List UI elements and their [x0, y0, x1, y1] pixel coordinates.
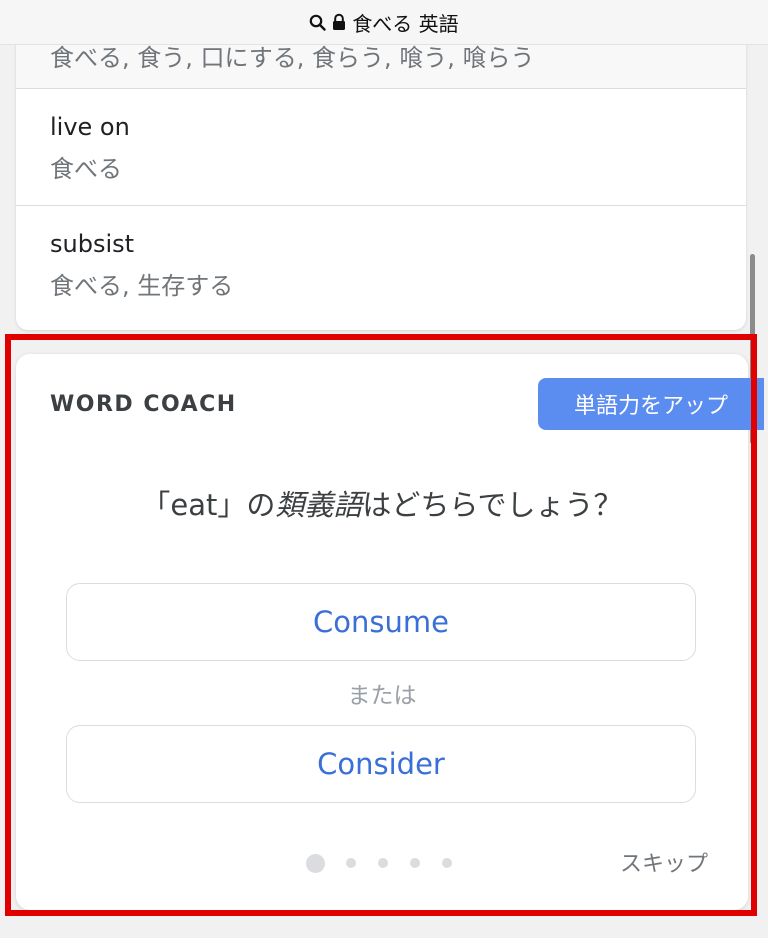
word-coach-title: WORD COACH [50, 392, 237, 417]
progress-dot-current [306, 854, 325, 873]
word-coach-card: WORD COACH 単語力をアップ 「eat」の類義語はどちらでしょう？ Co… [16, 354, 764, 910]
progress-dot [346, 858, 356, 868]
result-term: subsist [50, 230, 135, 258]
skip-link[interactable]: スキップ [620, 846, 708, 878]
quiz-question: 「eat」の類義語はどちらでしょう？ [16, 482, 748, 524]
progress-dot [442, 858, 452, 868]
search-icon [309, 14, 327, 31]
result-row[interactable]: subsist 食べる, 生存する [16, 206, 746, 330]
question-prefix: 「eat」の [141, 488, 276, 522]
result-term: live on [50, 113, 130, 141]
result-translations: 食べる [50, 155, 122, 183]
choice-separator: または [347, 683, 417, 709]
result-row[interactable]: live on 食べる [16, 89, 746, 205]
address-query: 食べる 英語 [352, 11, 459, 36]
progress-dots [306, 852, 466, 876]
result-translations: 食べる, 生存する [50, 272, 234, 300]
question-suffix: はどちらでしょう？ [362, 488, 623, 522]
lock-icon [332, 13, 346, 31]
progress-dot [410, 858, 420, 868]
progress-dot [378, 858, 388, 868]
address-bar[interactable]: 食べる 英語 [0, 0, 768, 45]
translation-results: 食べる, 食う, 口にする, 食らう, 喰う, 喰らう live on 食べる … [16, 0, 746, 330]
choice-button-consider[interactable]: Consider [66, 725, 696, 803]
choice-button-consume[interactable]: Consume [66, 583, 696, 661]
upgrade-vocabulary-button[interactable]: 単語力をアップ [538, 378, 764, 430]
question-emphasis: 類義語 [275, 488, 363, 522]
